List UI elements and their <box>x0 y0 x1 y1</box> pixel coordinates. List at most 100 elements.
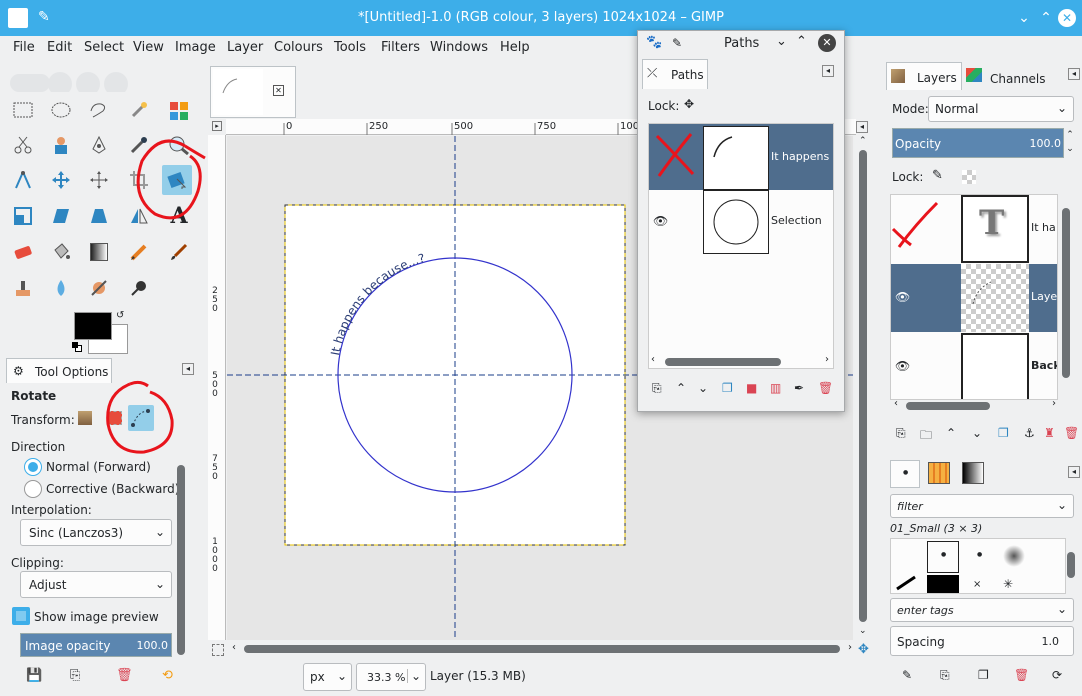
opacity-slider[interactable]: Opacity 100.0 <box>892 128 1064 158</box>
reset-options-icon[interactable]: ⟲ <box>162 668 173 683</box>
foreground-select-tool[interactable] <box>46 130 76 160</box>
color-select-tool[interactable] <box>164 95 194 125</box>
layer-row[interactable]: 👁 Back <box>891 333 1057 399</box>
menu-view[interactable]: View <box>133 40 164 55</box>
maximize-icon[interactable]: ⌃ <box>1036 8 1056 28</box>
mode-select[interactable]: Normal ⌄ <box>928 96 1074 122</box>
menu-layer[interactable]: Layer <box>227 40 263 55</box>
lock-position-icon[interactable]: ✥ <box>684 97 694 111</box>
eraser-tool[interactable] <box>8 237 38 267</box>
lock-pixels-icon[interactable]: ✎ <box>932 168 943 183</box>
brush-filter-select[interactable]: filter ⌄ <box>890 494 1074 518</box>
configure-tab-icon[interactable]: ◂ <box>182 363 194 375</box>
spacing-slider[interactable]: Spacing 1.0 <box>890 626 1074 656</box>
layers-horizontal-scrollbar[interactable]: ‹ › <box>892 398 1058 412</box>
save-options-icon[interactable]: 💾 <box>26 668 42 683</box>
eye-icon[interactable]: 👁 <box>895 290 910 304</box>
close-tab-icon[interactable]: ✕ <box>273 85 284 96</box>
brush-grid[interactable]: ● ● × ✳ <box>890 538 1066 594</box>
raise-path-icon[interactable]: ⌃ <box>676 381 686 395</box>
new-brush-icon[interactable]: ⎘ <box>940 668 950 683</box>
channels-tab[interactable]: Channels <box>962 62 1062 90</box>
layer-row[interactable]: T It ha <box>891 195 1057 263</box>
layers-vertical-scrollbar[interactable] <box>1060 194 1072 400</box>
minimize-icon[interactable]: ⌄ <box>1014 8 1034 28</box>
menu-filters[interactable]: Filters <box>381 40 420 55</box>
menu-colours[interactable]: Colours <box>274 40 323 55</box>
new-layer-icon[interactable]: ⎘ <box>896 426 906 441</box>
lower-path-icon[interactable]: ⌄ <box>698 381 708 395</box>
zoom-select[interactable]: 33.3 % ⌄ <box>356 663 426 691</box>
shear-tool[interactable] <box>46 201 76 231</box>
delete-path-icon[interactable]: 🗑 <box>818 381 833 395</box>
clone-tool[interactable] <box>8 273 38 303</box>
clipping-select[interactable]: Adjust ⌄ <box>20 571 172 598</box>
layer-row-selected[interactable]: 👁 Laye <box>891 264 1057 332</box>
minimize-icon[interactable]: ⌄ <box>776 34 787 49</box>
brush-tags-input[interactable]: enter tags ⌄ <box>890 598 1074 622</box>
scale-tool[interactable] <box>8 201 38 231</box>
transform-layer-icon[interactable] <box>78 411 92 425</box>
delete-options-icon[interactable]: 🗑 <box>116 668 133 683</box>
paintbrush-tool[interactable] <box>164 237 194 267</box>
close-icon[interactable]: ✕ <box>1058 9 1076 27</box>
tool-options-scrollbar[interactable] <box>176 465 186 655</box>
pencil-tool[interactable] <box>124 237 154 267</box>
free-select-tool[interactable] <box>84 95 114 125</box>
gradients-tab[interactable] <box>958 460 988 488</box>
paths-tool[interactable] <box>84 130 114 160</box>
measure-tool[interactable] <box>8 165 38 195</box>
lower-layer-icon[interactable]: ⌄ <box>972 426 982 440</box>
path-to-selection-icon[interactable]: ■ <box>746 381 757 395</box>
menu-edit[interactable]: Edit <box>47 40 72 55</box>
show-preview-checkbox[interactable] <box>12 607 30 625</box>
alignment-tool[interactable] <box>84 165 114 195</box>
direction-normal-radio[interactable] <box>24 458 42 476</box>
eye-icon[interactable]: 👁 <box>653 214 668 228</box>
duplicate-path-icon[interactable]: ❐ <box>722 381 733 395</box>
swap-colors-icon[interactable]: ↺ <box>116 310 124 321</box>
rect-select-tool[interactable] <box>8 95 38 125</box>
quickmask-icon[interactable] <box>212 644 224 656</box>
navigate-icon[interactable]: ✥ <box>858 642 869 657</box>
selection-to-path-icon[interactable]: ▥ <box>770 381 781 395</box>
menu-help[interactable]: Help <box>500 40 530 55</box>
brush-grid-scrollbar[interactable] <box>1066 538 1076 594</box>
eye-icon[interactable]: 👁 <box>895 359 910 373</box>
brush-selected[interactable]: ● <box>927 541 959 573</box>
delete-brush-icon[interactable]: 🗑 <box>1014 668 1029 682</box>
restore-options-icon[interactable]: ⎘ <box>70 668 80 683</box>
unit-select[interactable]: px ⌄ <box>303 663 352 691</box>
menu-select[interactable]: Select <box>84 40 124 55</box>
bucket-fill-tool[interactable] <box>46 237 76 267</box>
configure-tab-icon[interactable]: ◂ <box>1068 466 1080 478</box>
smudge-tool[interactable] <box>84 273 114 303</box>
configure-tab-icon[interactable]: ◂ <box>822 65 834 77</box>
ellipse-select-tool[interactable] <box>46 95 76 125</box>
duplicate-layer-icon[interactable]: ❐ <box>998 426 1009 440</box>
refresh-brushes-icon[interactable]: ⟳ <box>1052 668 1062 682</box>
maximize-icon[interactable]: ⌃ <box>796 34 807 49</box>
tool-options-tab[interactable]: ⚙ Tool Options <box>6 358 112 384</box>
scissors-select-tool[interactable] <box>8 130 38 160</box>
duplicate-brush-icon[interactable]: ❐ <box>978 668 989 682</box>
direction-corrective-radio[interactable] <box>24 480 42 498</box>
foreground-color-swatch[interactable] <box>74 312 112 340</box>
image-opacity-slider[interactable]: Image opacity 100.0 <box>20 633 172 657</box>
opacity-spinner[interactable]: ⌃ ⌄ <box>1064 128 1076 158</box>
configure-tab-icon[interactable]: ◂ <box>1068 68 1080 80</box>
canvas-config-icon[interactable]: ◂ <box>856 121 868 133</box>
menu-windows[interactable]: Windows <box>430 40 488 55</box>
new-layer-group-icon[interactable]: 🗀 <box>920 426 932 447</box>
lock-alpha-icon[interactable] <box>962 170 976 184</box>
blur-tool[interactable] <box>46 273 76 303</box>
edit-brush-icon[interactable]: ✎ <box>902 668 912 682</box>
menu-tools[interactable]: Tools <box>334 40 366 55</box>
anchor-layer-icon[interactable]: ⚓ <box>1024 426 1035 440</box>
canvas-horizontal-scrollbar[interactable]: ‹ › <box>230 642 854 656</box>
paths-tab[interactable]: ⤫ Paths <box>642 59 708 89</box>
layers-tab[interactable]: Layers <box>886 62 962 90</box>
image-tab[interactable]: ✕ <box>210 66 296 118</box>
wilber-drop-area[interactable] <box>10 64 180 96</box>
interpolation-select[interactable]: Sinc (Lanczos3) ⌄ <box>20 519 172 546</box>
